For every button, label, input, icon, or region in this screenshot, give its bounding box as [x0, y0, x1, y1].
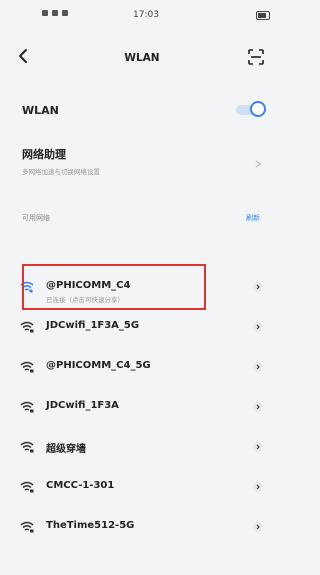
chevron-right-icon	[256, 404, 260, 410]
scan-icon[interactable]	[246, 47, 266, 67]
highlight-annotation	[22, 264, 206, 310]
assistant-title: 网络助理	[22, 148, 66, 161]
wifi-item[interactable]: CMCC-1-301	[0, 470, 284, 506]
wifi-lock-icon	[20, 361, 34, 373]
wifi-lock-icon	[20, 321, 34, 333]
chevron-right-icon	[256, 524, 260, 530]
wifi-name: JDCwifi_1F3A	[46, 400, 119, 411]
battery-icon	[256, 11, 270, 20]
wlan-row[interactable]: WLAN	[0, 96, 284, 126]
wifi-lock-icon	[20, 441, 34, 453]
refresh-button[interactable]: 刷新	[246, 213, 260, 223]
network-assistant-row[interactable]: 网络助理 多网络加速与切换网络设置	[0, 146, 284, 182]
available-networks-label: 可用网络	[22, 214, 50, 222]
chevron-right-icon	[256, 484, 260, 490]
wifi-details-button[interactable]	[253, 322, 263, 332]
wifi-details-button[interactable]	[253, 282, 263, 292]
wifi-name: @PHICOMM_C4_5G	[46, 360, 151, 371]
assistant-description: 多网络加速与切换网络设置	[22, 168, 100, 176]
chevron-right-icon	[256, 364, 260, 370]
wifi-item[interactable]: 超级穿墙	[0, 430, 284, 466]
wifi-details-button[interactable]	[253, 362, 263, 372]
wifi-item[interactable]: JDCwifi_1F3A	[0, 390, 284, 426]
nav-bar: WLAN	[0, 40, 284, 76]
wlan-toggle[interactable]	[236, 101, 268, 119]
wifi-name: CMCC-1-301	[46, 480, 115, 491]
wifi-details-button[interactable]	[253, 442, 263, 452]
wifi-name: TheTime512-5G	[46, 520, 135, 531]
status-time: 17:03	[133, 10, 159, 20]
chevron-right-icon	[256, 444, 260, 450]
wifi-name: JDCwifi_1F3A_5G	[46, 320, 140, 331]
wifi-name: 超级穿墙	[46, 444, 86, 455]
wifi-lock-icon	[20, 521, 34, 533]
wifi-lock-icon	[20, 401, 34, 413]
notification-icon	[62, 10, 68, 16]
chevron-right-icon	[256, 284, 260, 290]
available-networks-header: 可用网络 刷新	[0, 210, 284, 226]
wifi-item[interactable]: JDCwifi_1F3A_5G	[0, 310, 284, 346]
wifi-item[interactable]: @PHICOMM_C4_5G	[0, 350, 284, 386]
wifi-details-button[interactable]	[253, 522, 263, 532]
wifi-item[interactable]: TheTime512-5G	[0, 510, 284, 546]
chevron-right-icon	[255, 160, 261, 168]
page-title: WLAN	[124, 52, 160, 64]
sim-icon	[42, 10, 48, 16]
wifi-status-icon	[52, 10, 58, 16]
wlan-label: WLAN	[22, 104, 59, 117]
toggle-knob	[250, 101, 266, 117]
wifi-details-button[interactable]	[253, 482, 263, 492]
wifi-lock-icon	[20, 481, 34, 493]
status-bar: 17:03	[0, 0, 284, 34]
chevron-right-icon	[256, 324, 260, 330]
status-icons	[42, 10, 68, 16]
wifi-details-button[interactable]	[253, 402, 263, 412]
